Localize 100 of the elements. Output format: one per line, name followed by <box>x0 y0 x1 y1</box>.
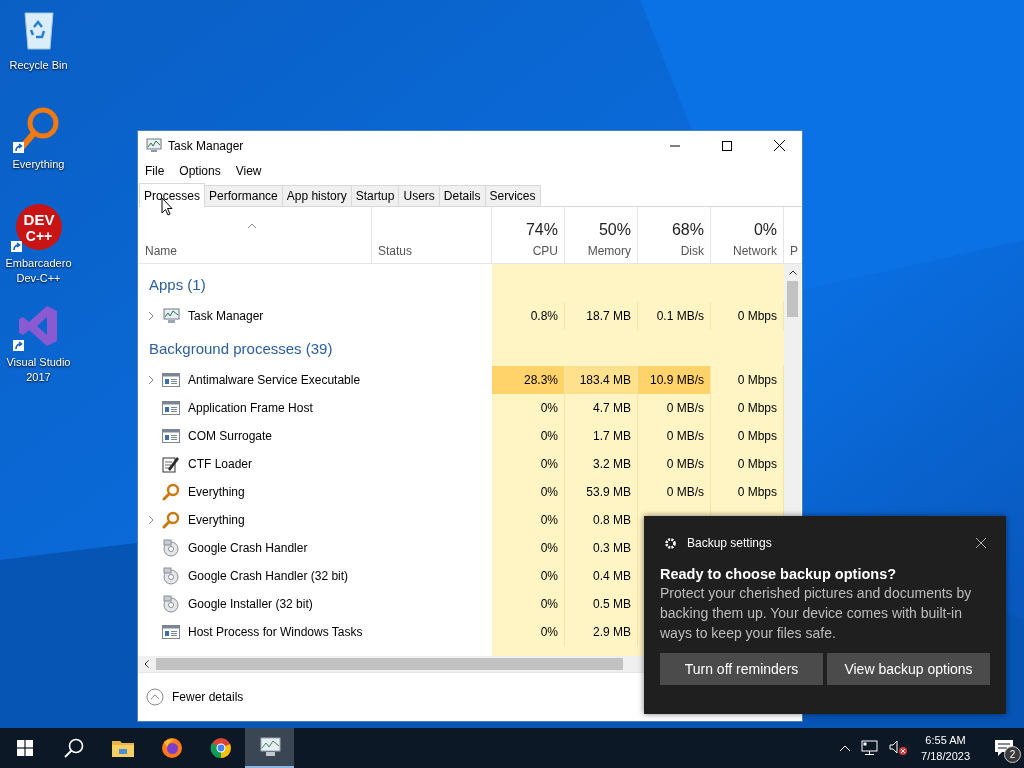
metric-cell: 28.3% <box>492 366 565 394</box>
scroll-left-icon[interactable] <box>144 660 149 668</box>
expand-chevron-icon[interactable] <box>148 515 154 525</box>
metric-cell: 0 MB/s <box>638 478 711 506</box>
metric-cell: 53.9 MB <box>565 478 638 506</box>
desktop-icon-label[interactable]: Embarcadero Dev-C++ <box>0 256 77 286</box>
column-header[interactable]: Name <box>145 244 365 258</box>
menu-item[interactable]: File <box>145 164 165 178</box>
menu-item[interactable]: View <box>235 164 262 178</box>
group-heading: Background processes (39) <box>149 339 333 357</box>
notification-button[interactable]: View backup options <box>827 653 990 685</box>
process-name[interactable]: COM Surrogate <box>188 429 273 443</box>
metric-cell: 0% <box>492 478 565 506</box>
search-icon <box>63 738 84 758</box>
column-header[interactable]: Status <box>378 244 485 258</box>
fewer-details-button[interactable]: Fewer details <box>146 688 244 706</box>
metric-cell: 0% <box>492 590 565 618</box>
column-total: 74% <box>525 221 558 239</box>
tab[interactable]: Details <box>438 185 486 206</box>
disc-icon <box>162 595 180 613</box>
dev-cpp-logo-icon[interactable]: DEV C++ <box>14 203 63 251</box>
column-header[interactable]: Network <box>733 244 777 258</box>
process-name[interactable]: Application Frame Host <box>188 401 313 415</box>
metric-cell: 0% <box>492 562 565 590</box>
column-header[interactable]: CPU <box>532 244 558 258</box>
metric-cell: 0% <box>492 534 565 562</box>
expand-chevron-icon[interactable] <box>148 375 154 385</box>
notification-message: Protect your cherished pictures and documents by backing them up. Your device comes with built-in ways to keep your files safe. <box>660 584 973 643</box>
browser-icon <box>209 737 232 759</box>
metric-cell: 0% <box>492 422 565 450</box>
metric-cell: 0.4 MB <box>565 562 638 590</box>
tab[interactable]: Processes <box>139 183 206 207</box>
process-name[interactable]: Host Process for Windows Tasks <box>188 625 363 639</box>
column-total: 0% <box>753 221 777 239</box>
process-name[interactable]: CTF Loader <box>188 457 253 471</box>
metric-cell: 18.7 MB <box>565 302 638 330</box>
clock-date[interactable]: 7/18/2023 <box>921 748 970 764</box>
tab[interactable]: Startup <box>350 185 400 206</box>
monitor-chart-icon <box>146 138 162 153</box>
process-name[interactable]: Antimalware Service Executable <box>188 373 361 387</box>
metric-cell: 0 MB/s <box>638 450 711 478</box>
column-header[interactable]: Disk <box>680 244 704 258</box>
desktop-icon-label[interactable]: Everything <box>12 157 65 172</box>
disc-icon <box>162 567 180 585</box>
notification-title: Ready to choose backup options? <box>660 566 898 582</box>
taskbar-button[interactable] <box>245 728 294 768</box>
process-name[interactable]: Everything <box>188 513 245 527</box>
metric-cell: 0.8 MB <box>565 506 638 534</box>
window-icon <box>162 373 180 387</box>
metric-cell: 0% <box>492 506 565 534</box>
chevron-up-icon[interactable] <box>839 744 852 752</box>
magnifier-icon <box>162 483 180 501</box>
notification-count-badge: 2 <box>1004 746 1021 763</box>
column-header[interactable]: P <box>790 244 802 258</box>
monitor-chart-icon <box>257 737 282 757</box>
column-header[interactable]: Memory <box>587 244 631 258</box>
metric-cell: 0% <box>492 394 565 422</box>
scroll-thumb[interactable] <box>156 658 623 670</box>
maximize-icon <box>722 140 732 151</box>
tab[interactable]: Services <box>484 185 541 206</box>
process-name[interactable]: Task Manager <box>188 309 264 323</box>
scroll-up-icon[interactable] <box>788 270 797 275</box>
process-name[interactable]: Google Crash Handler (32 bit) <box>188 569 349 583</box>
metric-cell: 0.1 MB/s <box>638 302 711 330</box>
metric-cell: 0.5 MB <box>565 590 638 618</box>
expand-chevron-icon[interactable] <box>148 311 154 321</box>
metric-cell: 1.7 MB <box>565 422 638 450</box>
clock-time[interactable]: 6:55 AM <box>925 732 966 748</box>
metric-cell: 0% <box>492 618 565 646</box>
notification-button[interactable]: Turn off reminders <box>660 653 823 685</box>
notification-app-name: Backup settings <box>687 536 772 550</box>
desktop-icon-label[interactable]: Recycle Bin <box>9 58 68 73</box>
column-total: 68% <box>671 221 704 239</box>
gear-icon <box>664 536 677 550</box>
close-icon[interactable] <box>976 538 986 548</box>
menu-item[interactable]: Options <box>179 164 221 178</box>
window-icon <box>162 429 180 443</box>
tab[interactable]: Users <box>398 185 440 206</box>
metric-cell: 183.4 MB <box>565 366 638 394</box>
monitor-chart-icon <box>162 308 180 324</box>
sort-caret-icon[interactable] <box>247 223 257 229</box>
process-name[interactable]: Everything <box>188 485 245 499</box>
scroll-thumb[interactable] <box>787 281 798 317</box>
window-icon <box>162 625 180 639</box>
desktop-icon-label[interactable]: Visual Studio 2017 <box>0 355 77 385</box>
metric-cell: 3.2 MB <box>565 450 638 478</box>
network-icon[interactable] <box>861 740 880 756</box>
process-name[interactable]: Google Crash Handler <box>188 541 308 555</box>
process-name[interactable]: Google Installer (32 bit) <box>188 597 313 611</box>
speaker-muted-icon[interactable] <box>889 740 910 756</box>
tab[interactable]: Performance <box>204 185 283 206</box>
windows-logo-icon <box>16 740 33 756</box>
metric-cell: 0% <box>492 450 565 478</box>
metric-cell: 0 MB/s <box>638 394 711 422</box>
metric-cell: 0 MB/s <box>638 422 711 450</box>
metric-cell: 4.7 MB <box>565 394 638 422</box>
tab[interactable]: App history <box>281 185 352 206</box>
group-heading: Apps (1) <box>149 275 206 293</box>
collapse-up-icon <box>146 688 164 706</box>
window-icon <box>162 401 180 415</box>
